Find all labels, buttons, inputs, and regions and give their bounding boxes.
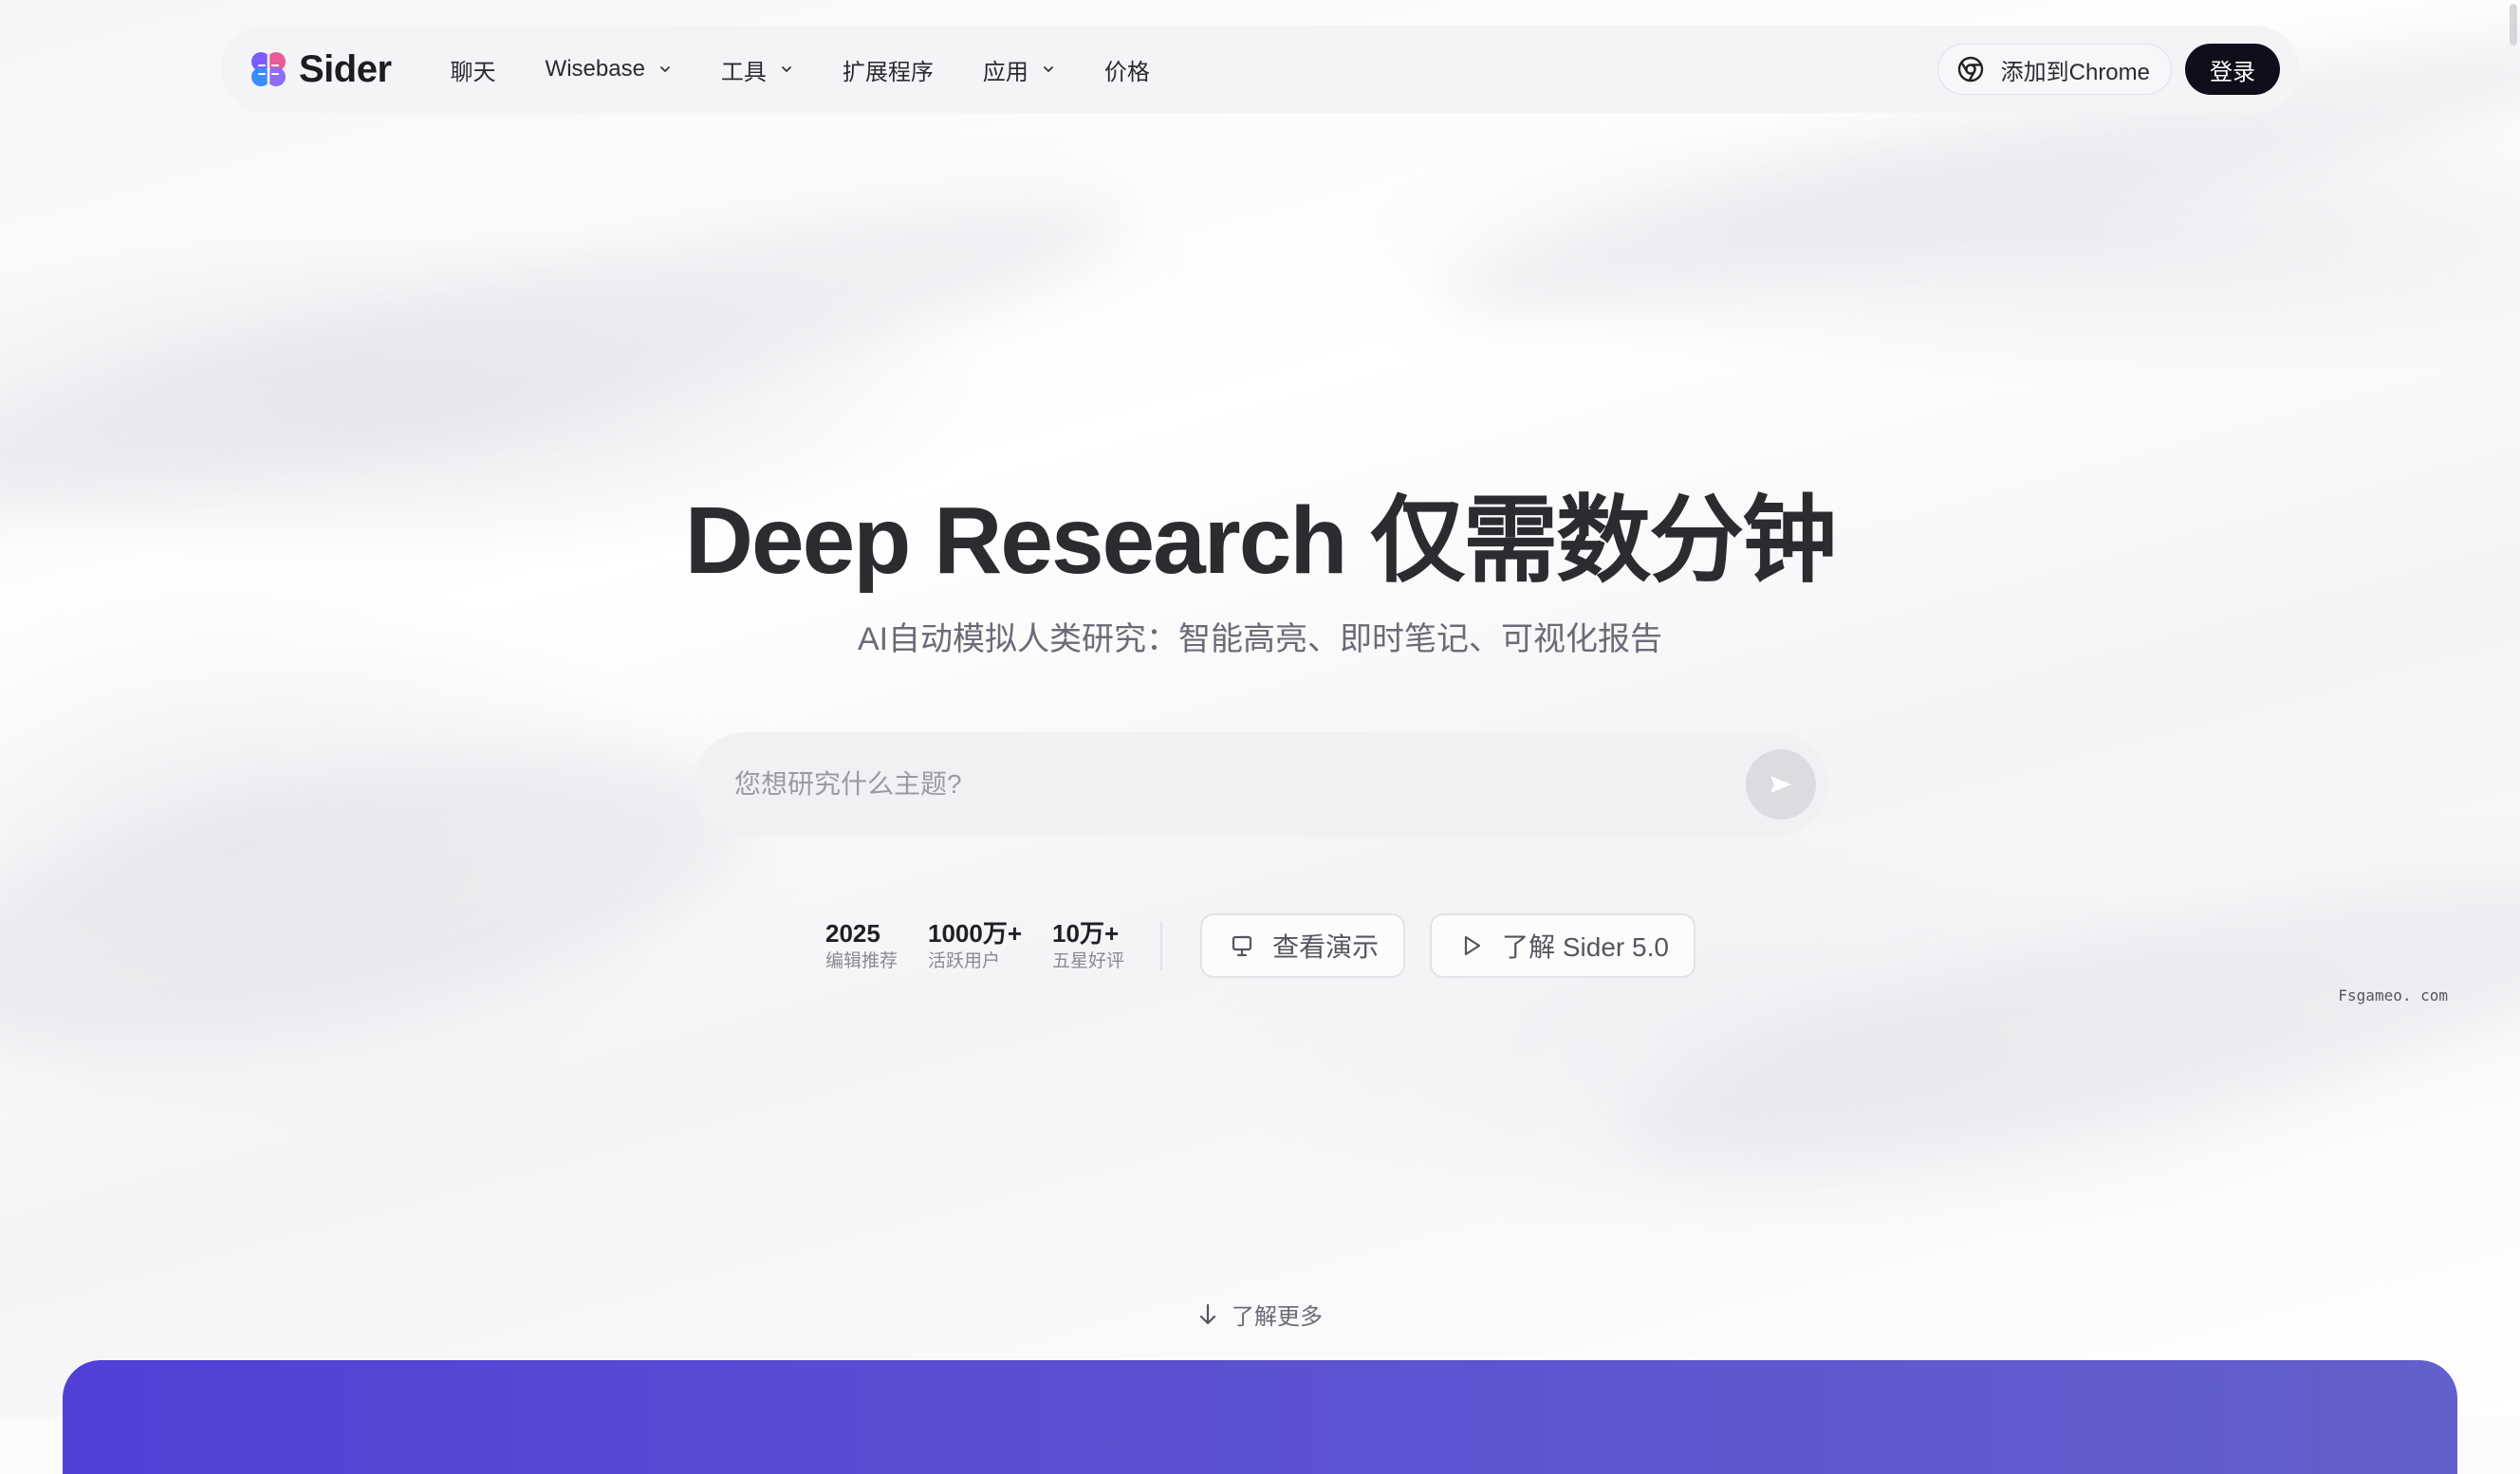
page-scrollbar[interactable] — [2507, 0, 2520, 1417]
chevron-down-icon — [782, 66, 791, 72]
research-search-box — [693, 732, 1827, 837]
brand-logo[interactable]: Sider — [248, 48, 392, 91]
stat-active-users: 1000万+ 活跃用户 — [928, 917, 1022, 974]
page-background — [0, 0, 2520, 1417]
feature-section-banner — [63, 1360, 2457, 1474]
stat-five-star-reviews: 10万+ 五星好评 — [1052, 917, 1124, 974]
nav-item-pricing[interactable]: 价格 — [1104, 53, 1150, 86]
scrollbar-thumb[interactable] — [2510, 4, 2517, 46]
nav-item-extensions[interactable]: 扩展程序 — [843, 53, 934, 86]
learn-more-link[interactable]: 了解更多 — [0, 1298, 2520, 1331]
view-demo-button[interactable]: 查看演示 — [1200, 913, 1406, 978]
stat-value: 1000万+ — [928, 919, 1023, 948]
hero-title: Deep Research 仅需数分钟 — [684, 488, 1837, 594]
learn-more-label: 了解更多 — [1232, 1304, 1323, 1330]
learn-sider-button[interactable]: 了解 Sider 5.0 — [1430, 913, 1695, 978]
stat-editor-pick: 2025 编辑推荐 — [825, 917, 898, 974]
chrome-icon — [1957, 56, 1983, 83]
brand-name: Sider — [299, 47, 392, 90]
sider-brain-icon — [251, 52, 286, 86]
stats-divider — [1160, 921, 1163, 970]
stat-value: 10万+ — [1052, 919, 1120, 948]
stat-label: 活跃用户 — [928, 951, 1001, 971]
nav-item-apps[interactable]: 应用 — [983, 53, 1055, 86]
nav-item-wisebase[interactable]: Wisebase — [546, 56, 672, 83]
nav-item-label: 价格 — [1103, 59, 1150, 85]
add-to-chrome-button[interactable]: 添加到Chrome — [1936, 44, 2172, 95]
login-label: 登录 — [2210, 59, 2255, 85]
nav-item-label: 工具 — [720, 59, 767, 85]
learn-sider-label: 了解 Sider 5.0 — [1502, 932, 1669, 962]
stat-label: 编辑推荐 — [825, 951, 899, 971]
chevron-down-icon — [660, 66, 670, 72]
play-icon — [1464, 935, 1481, 956]
arrow-down-icon — [1199, 1303, 1216, 1324]
send-icon — [1770, 776, 1791, 793]
presentation-icon — [1232, 935, 1252, 957]
stats-row: 2025 编辑推荐 1000万+ 活跃用户 10万+ 五星好评 查看演示 了解 … — [825, 912, 1720, 979]
nav-item-tools[interactable]: 工具 — [721, 53, 793, 86]
watermark-text: Fsgameo. com — [2338, 986, 2448, 1004]
nav-item-label: 扩展程序 — [842, 59, 934, 85]
view-demo-label: 查看演示 — [1272, 932, 1380, 962]
login-button[interactable]: 登录 — [2185, 44, 2280, 95]
hero-subtitle: AI自动模拟人类研究：智能高亮、即时笔记、可视化报告 — [857, 621, 1663, 657]
top-navbar: Sider 聊天 Wisebase 工具 扩展程序 应用 价格 添加到Chrom… — [221, 26, 2299, 113]
nav-item-label: 应用 — [982, 59, 1028, 85]
add-to-chrome-label: 添加到Chrome — [2000, 59, 2150, 85]
research-topic-input[interactable] — [732, 768, 1746, 801]
chevron-down-icon — [1044, 66, 1053, 72]
stat-value: 2025 — [825, 919, 880, 948]
nav-item-label: Wisebase — [545, 56, 645, 82]
nav-item-label: 聊天 — [450, 59, 496, 85]
send-button[interactable] — [1746, 749, 1816, 820]
stat-label: 五星好评 — [1052, 951, 1125, 971]
nav-item-chat[interactable]: 聊天 — [451, 53, 496, 86]
